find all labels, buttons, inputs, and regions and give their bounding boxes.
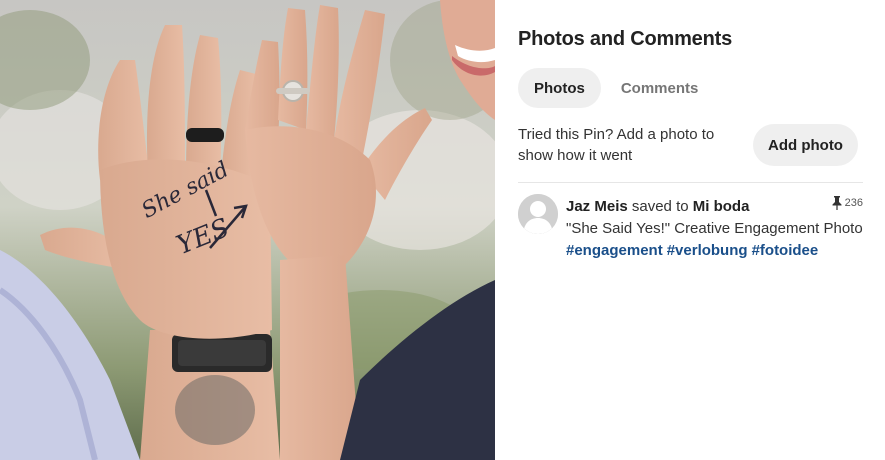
- pushpin-icon: [832, 196, 842, 210]
- tab-photos[interactable]: Photos: [518, 68, 601, 108]
- comment-action: saved to: [631, 198, 689, 215]
- tab-comments[interactable]: Comments: [605, 68, 715, 108]
- handwriting-arrow-icon: [204, 189, 248, 249]
- tag-link-verlobung[interactable]: #verlobung: [667, 242, 748, 259]
- divider: [518, 182, 863, 183]
- pin-count: 236: [832, 196, 863, 210]
- default-user-icon: [518, 194, 558, 234]
- panel-tabs: Photos Comments: [518, 68, 714, 108]
- panel-title: Photos and Comments: [518, 28, 732, 50]
- tag-link-engagement[interactable]: #engagement: [566, 242, 663, 259]
- comment-header: Jaz Meis saved to Mi boda: [566, 196, 866, 218]
- comment-tags: #engagement #verlobung #fotoidee: [566, 240, 866, 262]
- comment-body: Jaz Meis saved to Mi boda "She Said Yes!…: [566, 196, 866, 262]
- comment-user-link[interactable]: Jaz Meis: [566, 198, 628, 215]
- photos-comments-panel: Photos and Comments Photos Comments Trie…: [518, 0, 863, 460]
- comment-text: "She Said Yes!" Creative Engagement Phot…: [566, 220, 863, 237]
- tag-link-fotoidee[interactable]: #fotoidee: [752, 242, 819, 259]
- try-pin-row: Tried this Pin? Add a photo to show how …: [518, 124, 858, 168]
- pin-count-value: 236: [844, 197, 863, 209]
- pin-photo[interactable]: She said YES: [0, 0, 495, 460]
- add-photo-button[interactable]: Add photo: [753, 124, 858, 166]
- comment-board-link[interactable]: Mi boda: [693, 198, 750, 215]
- try-pin-text: Tried this Pin? Add a photo to show how …: [518, 126, 715, 164]
- avatar[interactable]: [518, 194, 558, 234]
